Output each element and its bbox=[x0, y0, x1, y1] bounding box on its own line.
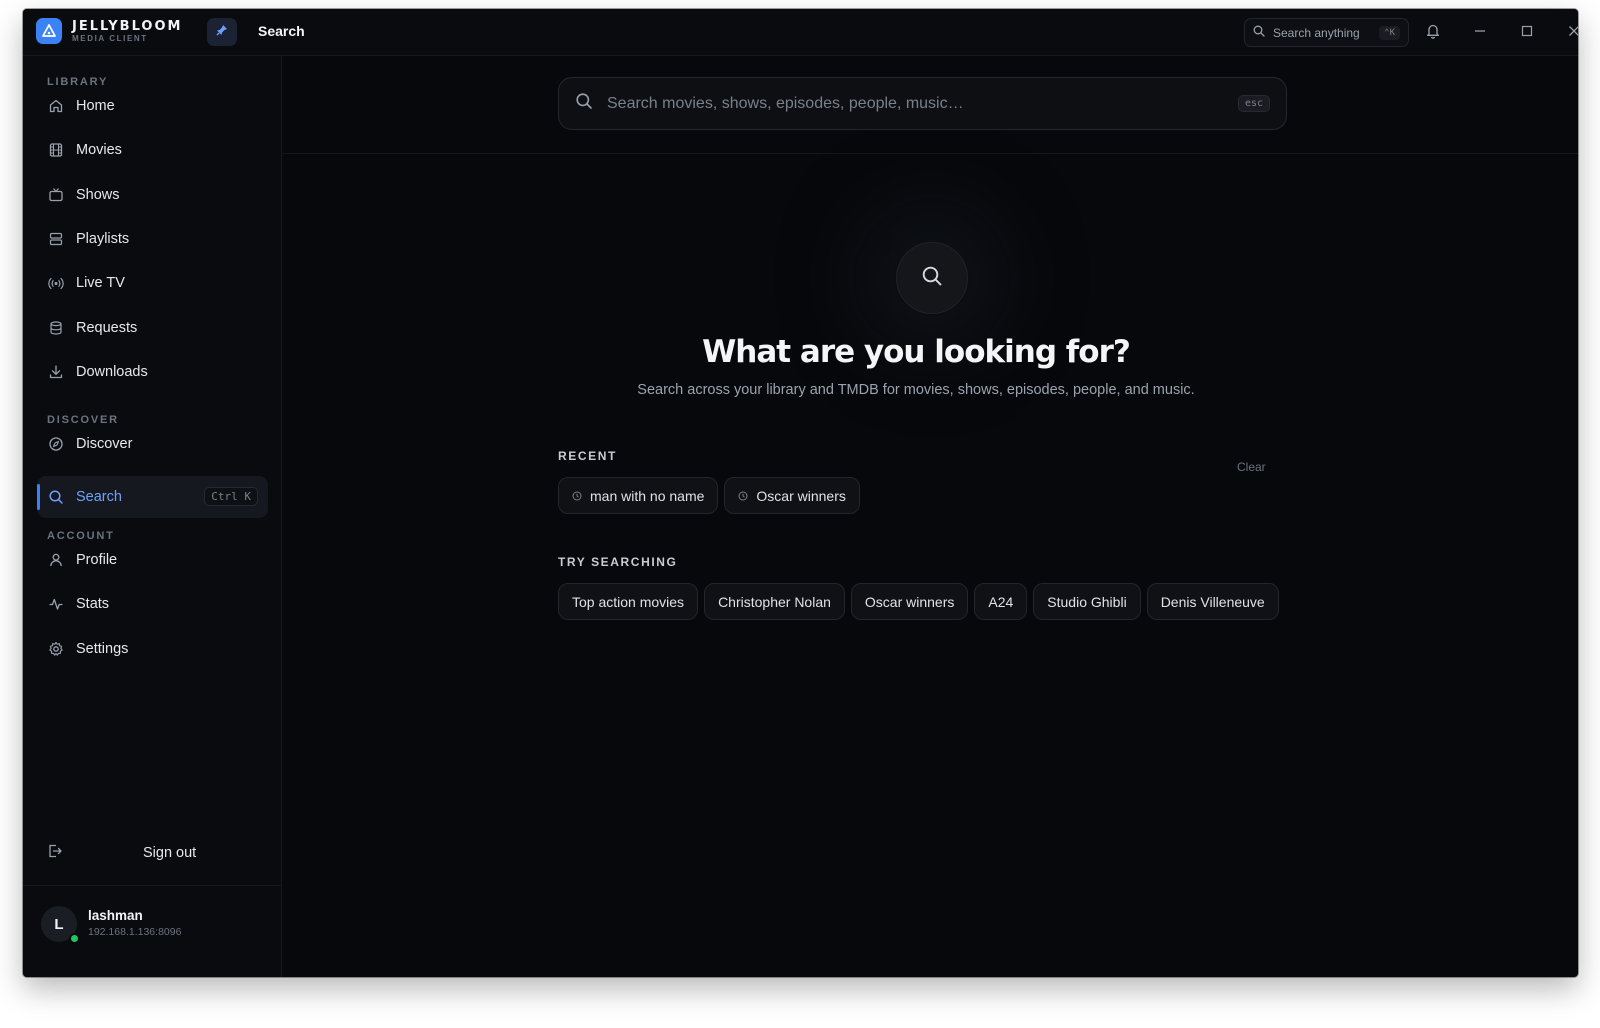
bell-icon bbox=[1426, 24, 1440, 43]
global-search-label: Search anything bbox=[1273, 25, 1360, 40]
gear-icon bbox=[47, 640, 65, 658]
hero-subtitle: Search across your library and TMDB for … bbox=[637, 382, 1195, 398]
sidebar: LIBRARY Home Movies Shows Playlists Live… bbox=[23, 56, 282, 977]
sidebar-item-label: Settings bbox=[76, 641, 129, 657]
minimize-button[interactable] bbox=[1470, 23, 1490, 43]
maximize-button[interactable] bbox=[1517, 23, 1537, 43]
search-shortcut-hint: Ctrl K bbox=[204, 487, 258, 506]
recent-chip[interactable]: Oscar winners bbox=[724, 477, 860, 514]
compass-icon bbox=[47, 435, 65, 453]
avatar: L bbox=[41, 906, 80, 944]
sidebar-item-label: Playlists bbox=[76, 231, 130, 247]
sidebar-item-requests[interactable]: Requests bbox=[37, 307, 268, 349]
sidebar-item-label: Profile bbox=[76, 552, 118, 568]
suggestion-chip[interactable]: Studio Ghibli bbox=[1033, 583, 1141, 620]
user-icon bbox=[47, 551, 65, 569]
online-status-indicator bbox=[69, 933, 80, 944]
sidebar-item-live-tv[interactable]: Live TV bbox=[37, 262, 268, 304]
logout-icon bbox=[47, 843, 63, 864]
brand[interactable]: JELLYBLOOM MEDIA CLIENT bbox=[36, 18, 182, 44]
sidebar-item-settings[interactable]: Settings bbox=[37, 628, 268, 670]
suggestion-chip[interactable]: Top action movies bbox=[558, 583, 699, 620]
try-searching-label: TRY SEARCHING bbox=[558, 555, 678, 569]
sidebar-item-search[interactable]: Search Ctrl K bbox=[37, 476, 268, 518]
maximize-icon bbox=[1521, 24, 1533, 42]
home-icon bbox=[47, 97, 65, 115]
pin-button[interactable] bbox=[207, 18, 237, 46]
search-icon bbox=[575, 92, 593, 115]
broadcast-icon bbox=[47, 274, 65, 292]
recent-chip-label: man with no name bbox=[590, 487, 705, 504]
sidebar-item-label: Downloads bbox=[76, 364, 148, 380]
logo-icon bbox=[36, 18, 62, 44]
recent-label: RECENT bbox=[558, 449, 617, 463]
esc-hint: esc bbox=[1237, 95, 1270, 112]
app-subtitle: MEDIA CLIENT bbox=[72, 33, 148, 43]
playlist-icon bbox=[47, 230, 65, 248]
sidebar-item-label: Stats bbox=[76, 596, 110, 612]
sidebar-item-label: Home bbox=[76, 98, 115, 114]
app-name: JELLYBLOOM bbox=[72, 18, 183, 34]
hero-search-badge bbox=[896, 242, 968, 314]
sidebar-item-home[interactable]: Home bbox=[37, 85, 268, 127]
sign-out-button[interactable]: Sign out bbox=[47, 839, 257, 867]
clock-icon bbox=[572, 491, 582, 501]
download-icon bbox=[47, 363, 65, 381]
search-icon bbox=[920, 264, 944, 293]
sidebar-item-downloads[interactable]: Downloads bbox=[37, 351, 268, 393]
tv-icon bbox=[47, 186, 65, 204]
sidebar-item-shows[interactable]: Shows bbox=[37, 174, 268, 216]
suggestion-chip[interactable]: A24 bbox=[974, 583, 1028, 620]
minimize-icon bbox=[1474, 24, 1486, 42]
pin-icon bbox=[216, 23, 228, 41]
avatar-initial: L bbox=[54, 915, 64, 933]
server-address: 192.168.1.136:8096 bbox=[88, 926, 182, 938]
sidebar-item-discover[interactable]: Discover bbox=[37, 423, 268, 465]
sidebar-item-label: Live TV bbox=[76, 275, 125, 291]
search-icon bbox=[47, 488, 65, 506]
suggested-searches: Top action movies Christopher Nolan Osca… bbox=[558, 583, 1279, 620]
recent-chip-label: Oscar winners bbox=[756, 487, 846, 504]
hero-title: What are you looking for? bbox=[702, 334, 1131, 370]
sign-out-label: Sign out bbox=[143, 845, 197, 861]
sidebar-item-stats[interactable]: Stats bbox=[37, 583, 268, 625]
search-header: esc bbox=[282, 56, 1578, 154]
close-button[interactable] bbox=[1564, 23, 1578, 43]
global-search-button[interactable]: Search anything ⌃K bbox=[1244, 18, 1409, 47]
search-input[interactable] bbox=[607, 94, 1238, 113]
sidebar-item-movies[interactable]: Movies bbox=[37, 129, 268, 171]
film-icon bbox=[47, 141, 65, 159]
sidebar-item-label: Discover bbox=[76, 436, 133, 452]
suggestion-chip[interactable]: Christopher Nolan bbox=[704, 583, 845, 620]
close-icon bbox=[1568, 24, 1578, 42]
suggestion-chip[interactable]: Denis Villeneuve bbox=[1146, 583, 1279, 620]
notifications-button[interactable] bbox=[1426, 23, 1440, 44]
main-content: esc What are you looking for? Search acr… bbox=[282, 56, 1578, 977]
sidebar-item-label: Requests bbox=[76, 320, 138, 336]
search-box[interactable]: esc bbox=[558, 77, 1287, 130]
page-title: Search bbox=[258, 23, 305, 39]
database-icon bbox=[47, 319, 65, 337]
sidebar-item-profile[interactable]: Profile bbox=[37, 539, 268, 581]
search-icon bbox=[1253, 24, 1265, 42]
app-window: JELLYBLOOM MEDIA CLIENT Search Search an… bbox=[23, 9, 1578, 977]
activity-icon bbox=[47, 595, 65, 613]
sidebar-item-label: Shows bbox=[76, 187, 120, 203]
sidebar-item-label: Search bbox=[76, 489, 122, 505]
recent-searches: man with no name Oscar winners bbox=[558, 477, 860, 514]
title-bar: JELLYBLOOM MEDIA CLIENT Search Search an… bbox=[23, 9, 1578, 56]
user-name: lashman bbox=[88, 908, 143, 923]
user-card[interactable]: L lashman 192.168.1.136:8096 bbox=[23, 885, 281, 977]
clear-recent-button[interactable]: Clear bbox=[1237, 460, 1266, 474]
shortcut-hint: ⌃K bbox=[1379, 25, 1400, 40]
recent-chip[interactable]: man with no name bbox=[558, 477, 719, 514]
sidebar-item-playlists[interactable]: Playlists bbox=[37, 218, 268, 260]
suggestion-chip[interactable]: Oscar winners bbox=[850, 583, 969, 620]
sidebar-item-label: Movies bbox=[76, 142, 122, 158]
clock-icon bbox=[738, 491, 748, 501]
